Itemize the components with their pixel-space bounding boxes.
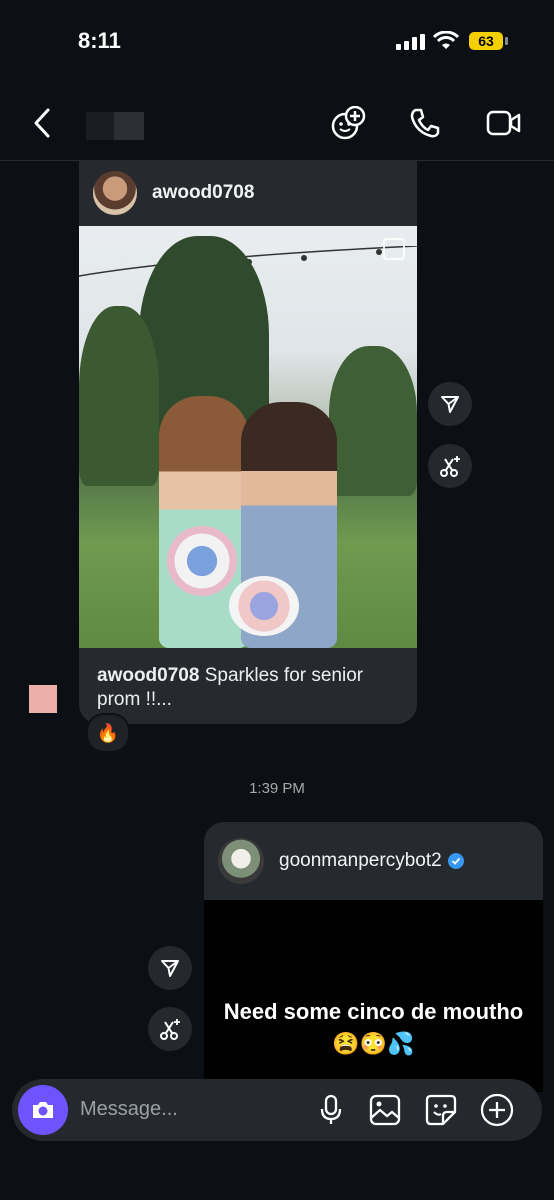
call-button[interactable]	[408, 106, 442, 140]
post-caption[interactable]: awood0708 Sparkles for senior prom !!...	[79, 648, 417, 724]
send-icon	[161, 960, 179, 977]
caption-username: awood0708	[97, 665, 200, 686]
more-options-button[interactable]	[480, 1093, 514, 1127]
story-text: Need some cinco de moutho 😫😳💦	[223, 999, 524, 1056]
remix-story-button[interactable]	[148, 1007, 192, 1051]
sticker-icon	[425, 1094, 457, 1126]
share-post-button[interactable]	[428, 382, 472, 426]
scissors-sparkle-icon	[440, 456, 460, 477]
gallery-icon	[369, 1094, 401, 1126]
message-timestamp: 1:39 PM	[249, 780, 305, 797]
status-time: 8:11	[78, 28, 121, 53]
sticker-button[interactable]	[424, 1093, 458, 1127]
shared-story-card[interactable]: goonmanpercybot2 Need some cinco de mout…	[204, 822, 543, 1092]
send-icon	[441, 396, 459, 413]
plus-circle-icon	[480, 1093, 514, 1127]
effects-add-icon	[331, 106, 366, 140]
story-author-avatar[interactable]	[218, 838, 264, 884]
bouquet-shape	[167, 526, 237, 596]
sender-avatar[interactable]	[29, 685, 57, 713]
chevron-left-icon	[34, 108, 50, 138]
camera-icon	[33, 1102, 53, 1118]
verified-badge-icon	[447, 853, 464, 869]
battery-indicator: 63	[469, 32, 503, 50]
camera-button[interactable]	[18, 1085, 68, 1135]
post-author-handle[interactable]: awood0708	[152, 182, 254, 204]
story-preview[interactable]: Need some cinco de moutho 😫😳💦	[204, 900, 543, 1092]
battery-cap	[505, 37, 508, 45]
bouquet-shape	[229, 576, 299, 636]
tree-shape	[79, 306, 159, 486]
post-photo[interactable]	[79, 226, 417, 648]
tree-shape	[329, 346, 417, 496]
remix-post-button[interactable]	[428, 444, 472, 488]
phone-icon	[410, 108, 440, 138]
contact-name-redacted[interactable]	[86, 112, 114, 140]
scissors-sparkle-icon	[160, 1019, 180, 1040]
video-icon	[486, 110, 521, 136]
video-call-button[interactable]	[486, 108, 522, 138]
back-button[interactable]	[30, 106, 54, 140]
signal-icon	[396, 34, 426, 50]
microphone-button[interactable]	[314, 1093, 348, 1127]
effects-button[interactable]	[330, 106, 366, 142]
message-input[interactable]: Message...	[80, 1098, 178, 1121]
share-story-button[interactable]	[148, 946, 192, 990]
story-author-handle[interactable]: goonmanpercybot2	[279, 850, 442, 872]
story-header[interactable]: goonmanpercybot2	[204, 822, 543, 900]
message-reaction[interactable]: 🔥	[86, 713, 130, 753]
microphone-icon	[320, 1094, 342, 1124]
shared-post-card[interactable]: awood0708 awood0708 Sparkles for senior …	[79, 160, 417, 724]
multi-photo-icon	[383, 238, 405, 260]
gallery-button[interactable]	[368, 1093, 402, 1127]
wifi-icon	[433, 31, 459, 51]
post-header[interactable]: awood0708	[79, 160, 417, 226]
contact-name-redacted-2[interactable]	[114, 112, 144, 140]
post-author-avatar[interactable]	[93, 171, 137, 215]
